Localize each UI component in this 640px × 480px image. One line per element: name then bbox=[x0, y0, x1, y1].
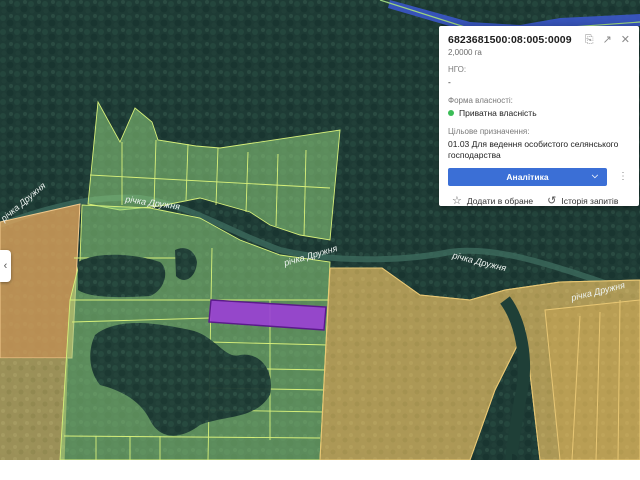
parcel-area: 2,0000 га bbox=[448, 48, 482, 57]
forest-island-1 bbox=[78, 254, 166, 298]
map-bottom-bar bbox=[0, 460, 640, 480]
parcel-info-card: 6823681500:08:005:0009 2,0000 га ⎘ ↗ ✕ Н… bbox=[439, 26, 639, 207]
open-external-icon[interactable]: ↗ bbox=[603, 35, 612, 46]
add-favorite-label: Додати в обране bbox=[466, 195, 534, 206]
ownership-value: Приватна власність bbox=[459, 108, 537, 118]
copy-icon[interactable]: ⎘ bbox=[585, 35, 594, 46]
purpose-value: 01.03 Для ведення особистого селянського… bbox=[448, 139, 619, 160]
add-favorite-button[interactable]: ☆ Додати в обране bbox=[452, 194, 533, 207]
chevron-down-icon: ⌵ bbox=[591, 171, 598, 180]
close-icon[interactable]: ✕ bbox=[621, 35, 630, 46]
analytics-label: Аналітика bbox=[506, 172, 549, 182]
history-icon: ↺ bbox=[547, 195, 557, 207]
chevron-left-icon[interactable]: ‹ bbox=[0, 250, 11, 282]
ownership-value-row: Приватна власність bbox=[448, 108, 630, 119]
cadastral-number: 6823681500:08:005:0009 bbox=[448, 34, 572, 46]
ngo-value: - bbox=[448, 77, 451, 87]
star-icon: ☆ bbox=[452, 195, 462, 207]
more-vertical-icon[interactable]: ⋮ bbox=[618, 172, 628, 182]
purpose-label: Цільове призначення: bbox=[448, 127, 530, 136]
ownership-label: Форма власності: bbox=[448, 96, 513, 105]
ngo-label: НГО: bbox=[448, 65, 467, 74]
status-dot-icon bbox=[448, 109, 454, 116]
request-history-label: Історія запитів bbox=[561, 195, 619, 206]
request-history-button[interactable]: ↺ Історія запитів bbox=[547, 194, 618, 207]
analytics-button[interactable]: Аналітика ⌵ bbox=[448, 168, 607, 186]
